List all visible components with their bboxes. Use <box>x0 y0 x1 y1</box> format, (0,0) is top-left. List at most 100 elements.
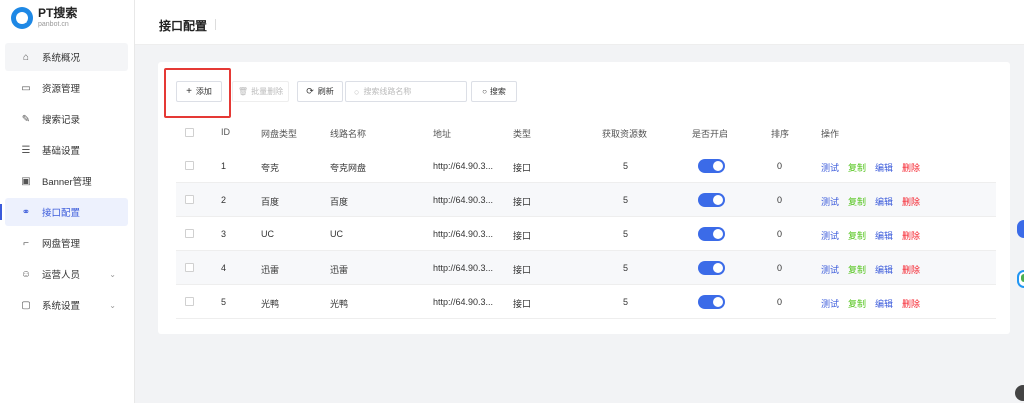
copy-link[interactable]: 复制 <box>848 161 866 174</box>
sidebar-item-6[interactable]: ⌐ 网盘管理 <box>5 229 128 257</box>
edit-link[interactable]: 编辑 <box>875 297 893 310</box>
edit-link[interactable]: 编辑 <box>875 161 893 174</box>
row-checkbox[interactable] <box>185 297 194 306</box>
cell-id: 4 <box>221 263 227 273</box>
cell-disk-type: UC <box>261 229 274 239</box>
delete-link[interactable]: 删除 <box>902 229 920 242</box>
cell-type: 接口 <box>513 163 532 173</box>
copy-link[interactable]: 复制 <box>848 229 866 242</box>
sidebar-item-2[interactable]: ✎ 搜索记录 <box>5 105 128 133</box>
search-button-label: 搜索 <box>489 87 506 96</box>
row-checkbox[interactable] <box>185 229 194 238</box>
test-link[interactable]: 测试 <box>821 229 839 242</box>
cell-sort: 0 <box>777 161 783 171</box>
table-row <box>176 149 996 183</box>
delete-link[interactable]: 删除 <box>902 161 920 174</box>
brand-domain: panbot.cn <box>38 21 69 28</box>
delete-link[interactable]: 删除 <box>902 297 920 310</box>
header-actions: 操作 <box>821 129 840 139</box>
sidebar-item-label: Banner管理 <box>42 177 92 188</box>
search-button[interactable]: ○ 搜索 <box>471 81 517 102</box>
brand-name: PT搜索 <box>38 6 78 20</box>
sidebar-item-0[interactable]: ⌂ 系统概况 <box>5 43 128 71</box>
sidebar-item-label: 基础设置 <box>42 146 81 157</box>
home-icon: ⌂ <box>22 51 30 63</box>
cell-address: http://64.90.3... <box>433 195 494 205</box>
logo-text: CRM <box>17 19 27 24</box>
select-all-checkbox[interactable] <box>185 128 194 137</box>
delete-link[interactable]: 删除 <box>902 263 920 276</box>
sidebar-item-label: 资源管理 <box>42 84 81 95</box>
page-title: 接口配置 <box>159 19 208 33</box>
image-icon: ▣ <box>21 175 31 187</box>
sidebar-item-4[interactable]: ▣ Banner管理 <box>5 167 128 195</box>
chevron-down-icon: ⌄ <box>109 300 116 310</box>
cell-id: 2 <box>221 195 227 205</box>
sliders-icon: ☰ <box>21 144 31 156</box>
search-input[interactable] <box>363 87 459 96</box>
cell-resource-count: 5 <box>623 263 629 273</box>
test-link[interactable]: 测试 <box>821 195 839 208</box>
cell-line-name: 百度 <box>330 197 349 207</box>
copy-link[interactable]: 复制 <box>848 263 866 276</box>
enabled-toggle[interactable] <box>698 193 725 207</box>
row-checkbox[interactable] <box>185 161 194 170</box>
floating-chat-icon[interactable] <box>1017 220 1024 238</box>
cell-sort: 0 <box>777 297 783 307</box>
cell-type: 接口 <box>513 231 532 241</box>
plus-icon: + <box>186 86 192 97</box>
test-link[interactable]: 测试 <box>821 161 839 174</box>
test-link[interactable]: 测试 <box>821 263 839 276</box>
copy-link[interactable]: 复制 <box>848 297 866 310</box>
link-icon: ⚭ <box>21 206 31 218</box>
sidebar-item-8[interactable]: ▢ 系统设置 ⌄ <box>5 291 128 319</box>
copy-link[interactable]: 复制 <box>848 195 866 208</box>
cell-id: 5 <box>221 297 227 307</box>
search-icon: ○ <box>482 87 487 96</box>
brand[interactable]: CRM PT搜索 panbot.cn <box>11 7 77 29</box>
cell-line-name: 迅雷 <box>330 265 349 275</box>
edit-link[interactable]: 编辑 <box>875 195 893 208</box>
sidebar-item-label: 网盘管理 <box>42 239 81 250</box>
cell-disk-type: 迅雷 <box>261 265 280 275</box>
avatar[interactable] <box>1015 385 1024 401</box>
enabled-toggle[interactable] <box>698 227 725 241</box>
header-disk-type: 网盘类型 <box>261 129 298 139</box>
add-button-label: 添加 <box>195 87 212 96</box>
sidebar-item-5[interactable]: ⚭ 接口配置 <box>0 198 128 226</box>
sidebar-item-1[interactable]: ▭ 资源管理 <box>5 74 128 102</box>
cell-line-name: 光鸭 <box>330 299 349 309</box>
cell-sort: 0 <box>777 263 783 273</box>
sidebar-item-3[interactable]: ☰ 基础设置 <box>5 136 128 164</box>
sidebar-item-7[interactable]: ☺ 运营人员 ⌄ <box>5 260 128 288</box>
batch-delete-button[interactable]: 🗑 批量删除 <box>232 81 289 102</box>
cell-address: http://64.90.3... <box>433 161 494 171</box>
cell-sort: 0 <box>777 195 783 205</box>
refresh-button[interactable]: ⟳ 刷新 <box>297 81 343 102</box>
enabled-toggle[interactable] <box>698 295 725 309</box>
user-icon: ☺ <box>20 268 32 280</box>
header-address: 地址 <box>433 129 452 139</box>
search-icon: ○ <box>354 86 360 97</box>
enabled-toggle[interactable] <box>698 159 725 173</box>
add-button[interactable]: + 添加 <box>176 81 222 102</box>
top-bar: 接口配置 <box>135 0 1024 45</box>
cell-resource-count: 5 <box>623 229 629 239</box>
search-box[interactable]: ○ <box>345 81 467 102</box>
enabled-toggle[interactable] <box>698 261 725 275</box>
floating-assistant-icon[interactable] <box>1017 270 1024 288</box>
row-checkbox[interactable] <box>185 195 194 204</box>
table-row <box>176 251 996 285</box>
cell-id: 3 <box>221 229 227 239</box>
edit-link[interactable]: 编辑 <box>875 229 893 242</box>
folder-icon: ▭ <box>21 82 31 94</box>
delete-link[interactable]: 删除 <box>902 195 920 208</box>
test-link[interactable]: 测试 <box>821 297 839 310</box>
row-checkbox[interactable] <box>185 263 194 272</box>
header-line-name: 线路名称 <box>330 129 367 139</box>
header-sort: 排序 <box>771 129 790 139</box>
cell-address: http://64.90.3... <box>433 229 494 239</box>
sidebar-item-label: 接口配置 <box>42 208 81 219</box>
refresh-label: 刷新 <box>317 87 334 96</box>
edit-link[interactable]: 编辑 <box>875 263 893 276</box>
